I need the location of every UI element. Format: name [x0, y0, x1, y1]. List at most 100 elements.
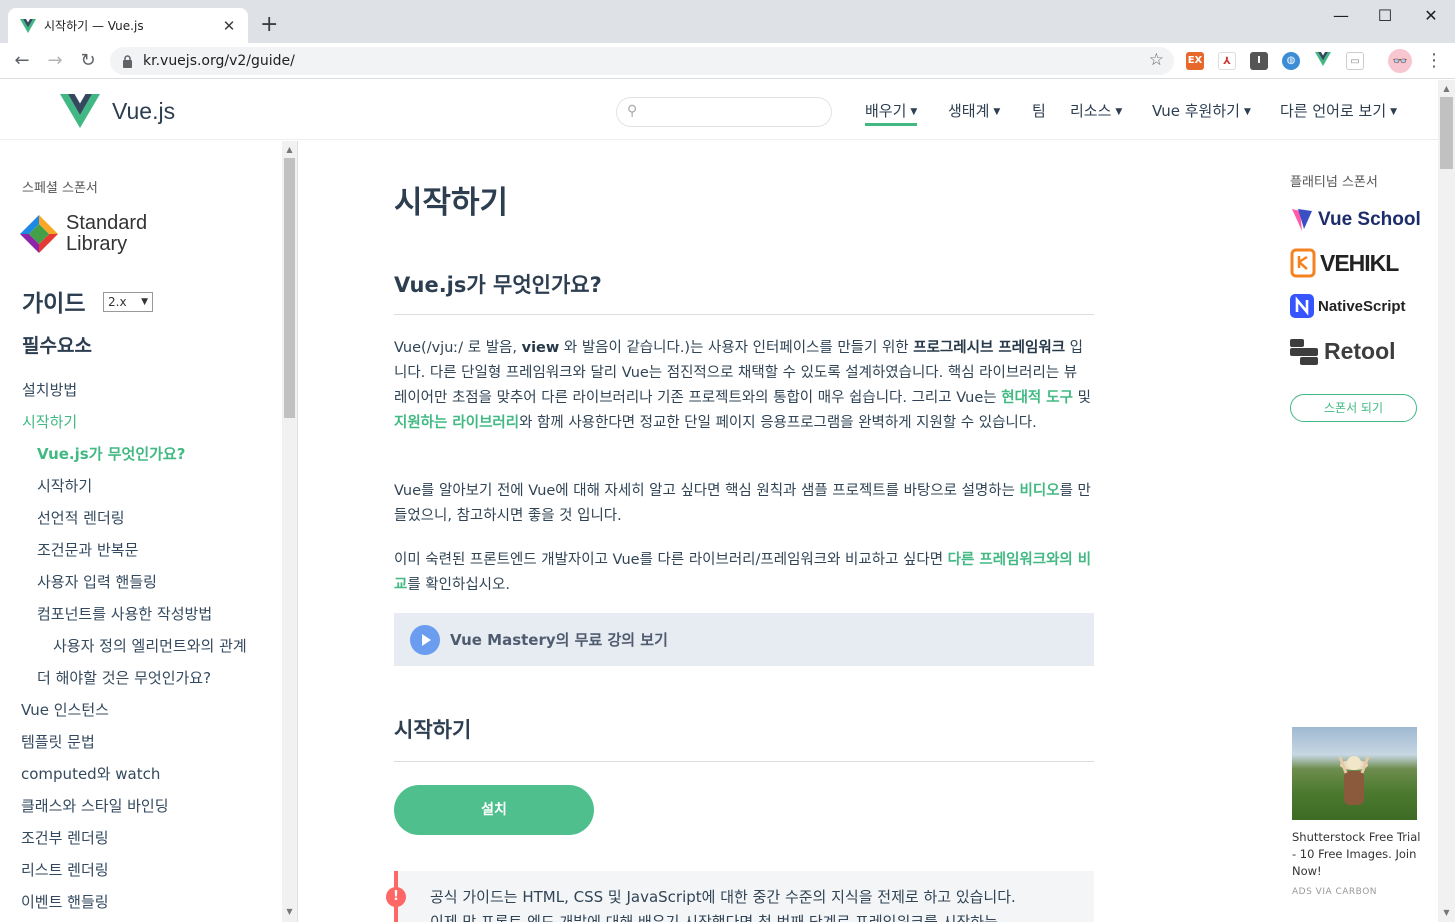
- divider: [394, 761, 1094, 762]
- nativescript-logo-icon: [1290, 294, 1314, 318]
- url-text: kr.vuejs.org/v2/guide/: [143, 53, 295, 69]
- sidebar: 스페셜 스폰서 Standard Library 가이드 2.x ▼ 필수요소 설…: [0, 141, 298, 922]
- extension-globe-icon[interactable]: ◍: [1282, 52, 1300, 70]
- sidebar-item-installation[interactable]: 설치방법: [22, 379, 77, 400]
- install-button[interactable]: 설치: [394, 785, 594, 835]
- reload-icon[interactable]: ↻: [76, 49, 100, 73]
- back-arrow-icon[interactable]: ←: [10, 49, 34, 73]
- nav-ecosystem[interactable]: 생태계 ▼: [948, 100, 1000, 121]
- sponsor-name-line1: Standard: [66, 212, 148, 234]
- profile-avatar[interactable]: 👓: [1388, 49, 1412, 73]
- page-scroll-down-icon[interactable]: ▼: [1441, 908, 1452, 917]
- extension-vue-devtools-icon[interactable]: [1314, 52, 1332, 70]
- sidebar-item-computed-watch[interactable]: computed와 watch: [21, 763, 160, 784]
- sidebar-item-declarative-rendering[interactable]: 선언적 렌더링: [37, 507, 125, 528]
- platinum-sponsor-label: 플래티넘 스폰서: [1290, 175, 1378, 190]
- sidebar-item-list-rendering[interactable]: 리스트 렌더링: [21, 859, 109, 880]
- modern-tooling-link[interactable]: 현대적 도구: [1001, 390, 1073, 406]
- retool-logo-icon: [1290, 338, 1318, 365]
- sidebar-scrollbar-thumb[interactable]: [284, 158, 295, 418]
- nav-resources[interactable]: 리소스 ▼: [1070, 100, 1122, 121]
- sponsor-vehikl[interactable]: VEHIKL: [1290, 248, 1399, 278]
- page-scrollbar-thumb[interactable]: [1440, 97, 1453, 169]
- nav-support-vue[interactable]: Vue 후원하기 ▼: [1152, 100, 1251, 121]
- bookmark-star-icon[interactable]: ☆: [1149, 50, 1164, 70]
- divider: [394, 314, 1094, 315]
- extension-ex-icon[interactable]: EX: [1186, 52, 1204, 70]
- forward-arrow-icon[interactable]: →: [43, 49, 67, 73]
- supporting-libraries-link[interactable]: 지원하는 라이브러리: [394, 415, 519, 431]
- sponsor-retool[interactable]: Retool: [1290, 338, 1396, 365]
- address-bar[interactable]: kr.vuejs.org/v2/guide/ ☆: [110, 47, 1174, 75]
- chevron-down-icon: ▼: [141, 297, 148, 307]
- section-heading-getting-started: 시작하기: [394, 718, 472, 742]
- sidebar-item-conditional-rendering[interactable]: 조건부 렌더링: [21, 827, 109, 848]
- vue-logo-icon: [60, 94, 100, 128]
- warning-icon: !: [386, 887, 406, 907]
- tab-close-icon[interactable]: ✕: [220, 17, 238, 35]
- sidebar-item-custom-elements[interactable]: 사용자 정의 엘리먼트와의 관계: [53, 635, 247, 656]
- video-link[interactable]: 비디오: [1020, 483, 1060, 499]
- new-tab-button[interactable]: +: [260, 14, 278, 36]
- scroll-up-icon[interactable]: ▲: [284, 145, 295, 154]
- sidebar-item-handling-input[interactable]: 사용자 입력 핸들링: [37, 571, 157, 592]
- sidebar-item-event-handling[interactable]: 이벤트 핸들링: [21, 891, 109, 912]
- sidebar-item-conditionals-loops[interactable]: 조건문과 반복문: [37, 539, 138, 560]
- become-sponsor-button[interactable]: 스폰서 되기: [1290, 394, 1417, 422]
- sidebar-item-what-is-vue[interactable]: Vue.js가 무엇인가요?: [37, 443, 185, 464]
- sidebar-item-class-style[interactable]: 클래스와 스타일 바인딩: [21, 795, 169, 816]
- chevron-down-icon: ▼: [910, 107, 918, 117]
- sidebar-item-ready-for-more[interactable]: 더 해야할 것은 무엇인가요?: [37, 667, 211, 688]
- page-title: 시작하기: [394, 185, 509, 221]
- sidebar-item-introduction[interactable]: 시작하기: [22, 411, 77, 432]
- sponsor-nativescript[interactable]: NativeScript: [1290, 294, 1406, 318]
- nav-translations[interactable]: 다른 언어로 보기 ▼: [1280, 100, 1397, 121]
- chevron-down-icon: ▼: [1115, 107, 1123, 117]
- chevron-down-icon: ▼: [1243, 107, 1251, 117]
- warning-tip: ! 공식 가이드는 HTML, CSS 및 JavaScript에 대한 중간 …: [386, 871, 1094, 922]
- warning-line-2: 이제 막 프론트 엔드 개발에 대해 배우기 시작했다면 첫 번째 단계로 프레…: [430, 913, 998, 922]
- carbon-ad-image[interactable]: [1292, 727, 1417, 820]
- extension-pdf-icon[interactable]: ⅄: [1218, 52, 1236, 70]
- browser-tabstrip: 시작하기 — Vue.js ✕ + — ☐ ✕: [0, 0, 1455, 43]
- guide-heading: 가이드: [22, 291, 86, 317]
- standard-library-sponsor[interactable]: Standard Library: [20, 213, 147, 255]
- sidebar-item-vue-instance[interactable]: Vue 인스턴스: [21, 699, 109, 720]
- standard-library-logo-icon: [20, 215, 58, 253]
- search-icon: ⚲: [627, 103, 638, 119]
- close-window-button[interactable]: ✕: [1408, 6, 1454, 25]
- extension-info-icon[interactable]: I: [1250, 52, 1268, 70]
- special-sponsor-label: 스페셜 스폰서: [22, 181, 98, 196]
- maximize-button[interactable]: ☐: [1362, 6, 1408, 25]
- intro-paragraph: Vue(/vjuː/ 로 발음, view 와 발음이 같습니다.)는 사용자 …: [394, 340, 1091, 431]
- page-scrollbar[interactable]: [1438, 80, 1455, 922]
- search-input[interactable]: ⚲: [616, 97, 832, 127]
- chevron-down-icon: ▼: [1390, 107, 1398, 117]
- extension-cast-icon[interactable]: ▭: [1346, 52, 1364, 70]
- sidebar-item-getting-started[interactable]: 시작하기: [37, 475, 92, 496]
- page-scroll-up-icon[interactable]: ▲: [1441, 84, 1452, 93]
- browser-tab[interactable]: 시작하기 — Vue.js ✕: [8, 8, 248, 43]
- comparison-paragraph: 이미 숙련된 프론트엔드 개발자이고 Vue를 다른 라이브러리/프레임워크와 …: [394, 552, 1092, 593]
- vue-favicon-icon: [20, 18, 36, 33]
- minimize-button[interactable]: —: [1318, 6, 1364, 25]
- site-header: Vue.js ⚲ 배우기 ▼ 생태계 ▼ 팀 리소스 ▼ Vue 후원하기 ▼ 다른 언…: [0, 80, 1438, 140]
- section-heading-what-is-vue: Vue.js가 무엇인가요?: [394, 273, 602, 297]
- tab-title: 시작하기 — Vue.js: [44, 19, 144, 33]
- nav-learn[interactable]: 배우기 ▼: [865, 100, 918, 126]
- vue-mastery-banner[interactable]: Vue Mastery의 무료 강의 보기: [394, 613, 1094, 666]
- vue-logo[interactable]: Vue.js: [60, 94, 175, 128]
- browser-menu-icon[interactable]: ⋮: [1422, 49, 1446, 73]
- sponsor-vue-school[interactable]: Vue School: [1290, 207, 1421, 233]
- version-select[interactable]: 2.x ▼: [103, 292, 153, 312]
- nav-team[interactable]: 팀: [1032, 100, 1046, 121]
- ads-via-carbon-label[interactable]: ADS VIA CARBON: [1292, 887, 1377, 897]
- carbon-ad-text[interactable]: Shutterstock Free Trial - 10 Free Images…: [1292, 829, 1422, 880]
- vue-mastery-text: Vue Mastery의 무료 강의 보기: [450, 631, 668, 649]
- logo-text: Vue.js: [112, 97, 176, 124]
- sidebar-item-composing-components[interactable]: 컴포넌트를 사용한 작성방법: [37, 603, 212, 624]
- sidebar-item-template-syntax[interactable]: 템플릿 문법: [21, 731, 95, 752]
- vehikl-logo-icon: [1290, 248, 1316, 278]
- chevron-down-icon: ▼: [993, 107, 1001, 117]
- scroll-down-icon[interactable]: ▼: [284, 907, 295, 916]
